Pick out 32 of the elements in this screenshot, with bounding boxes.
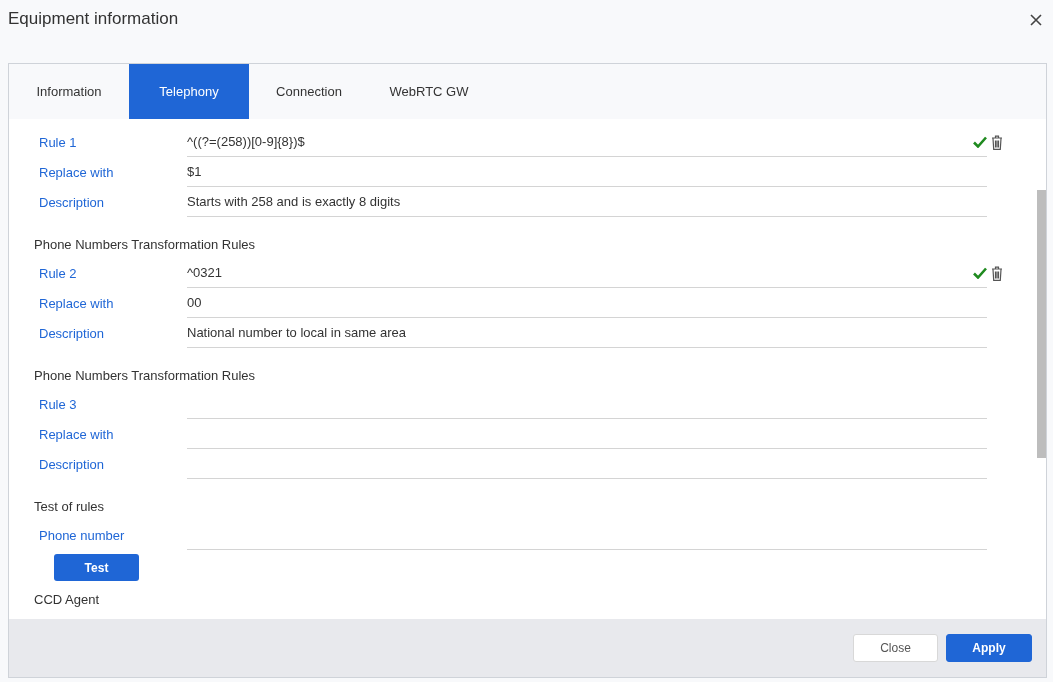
dialog-title: Equipment information (8, 9, 179, 29)
input-field[interactable]: $1 (187, 157, 987, 187)
field-label: Rule 3 (38, 395, 78, 414)
input-field[interactable]: ^((?=(258))[0-9]{8})$ (187, 127, 987, 157)
field-label: Rule 2 (38, 264, 78, 283)
field-label: Replace with (38, 163, 115, 182)
close-icon[interactable] (1029, 13, 1043, 27)
section-heading: CCD Agent (33, 591, 101, 609)
input-field[interactable]: National number to local in same area (187, 318, 987, 348)
tab[interactable]: Information (9, 64, 129, 119)
trash-icon[interactable] (991, 134, 1003, 150)
input-field[interactable]: 00 (187, 288, 987, 318)
field-label: Replace with (38, 425, 115, 444)
tab[interactable]: Telephony (129, 64, 249, 119)
input-field[interactable]: Starts with 258 and is exactly 8 digits (187, 187, 987, 217)
tab[interactable]: Connection (249, 64, 369, 119)
field-label: Rule 1 (38, 133, 78, 152)
test-button[interactable]: Test (54, 554, 139, 581)
close-button[interactable]: Close (853, 634, 938, 662)
field-label: Description (38, 455, 106, 474)
apply-button[interactable]: Apply (946, 634, 1032, 662)
scrollbar-thumb[interactable] (1037, 190, 1046, 458)
field-label: Phone number (38, 526, 126, 545)
section-heading: Phone Numbers Transformation Rules (33, 367, 257, 385)
tab[interactable]: WebRTC GW (369, 64, 489, 119)
input-field[interactable]: ^0321 (187, 258, 987, 288)
field-label: Description (38, 324, 106, 343)
section-heading: Test of rules (33, 498, 106, 516)
section-heading: Phone Numbers Transformation Rules (33, 236, 257, 254)
field-label: Replace with (38, 294, 115, 313)
field-label: Description (38, 193, 106, 212)
trash-icon[interactable] (991, 265, 1003, 281)
